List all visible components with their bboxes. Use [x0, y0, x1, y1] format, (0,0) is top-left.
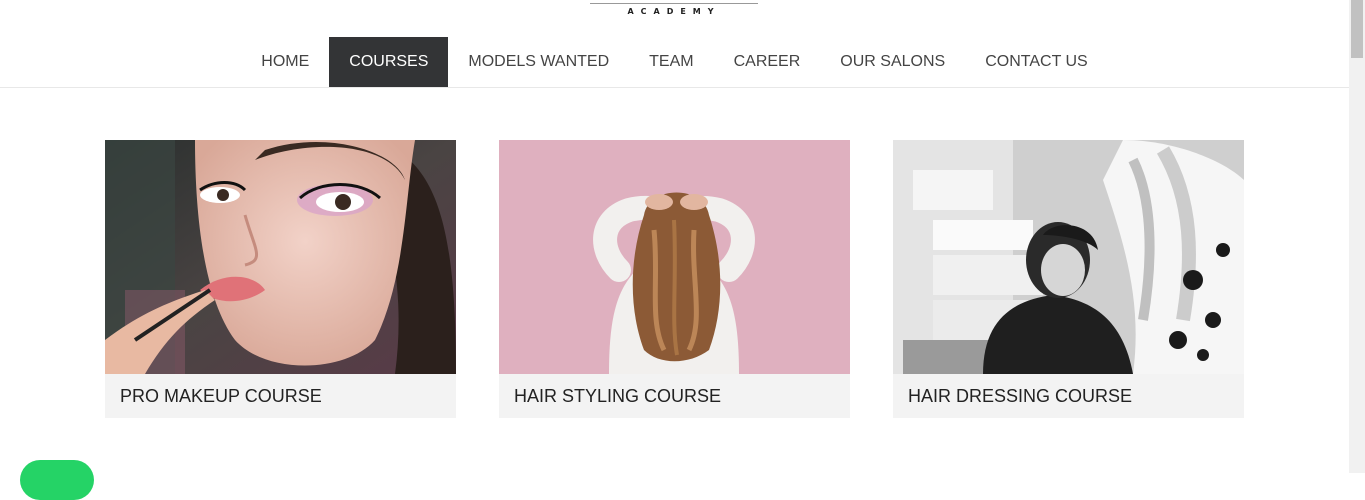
- nav-item-contact-us[interactable]: CONTACT US: [965, 37, 1108, 87]
- nav-item-models-wanted[interactable]: MODELS WANTED: [448, 37, 629, 87]
- nav-divider: [0, 87, 1349, 88]
- course-card-pro-makeup[interactable]: PRO MAKEUP COURSE: [105, 140, 456, 418]
- nav-item-team[interactable]: TEAM: [629, 37, 713, 87]
- hair-dressing-photo[interactable]: [893, 140, 1244, 374]
- logo-subtitle: ACADEMY: [627, 7, 721, 16]
- main-nav: HOME COURSES MODELS WANTED TEAM CAREER O…: [0, 37, 1349, 87]
- nav-item-career[interactable]: CAREER: [714, 37, 821, 87]
- course-card-hair-styling[interactable]: HAIR STYLING COURSE: [499, 140, 850, 418]
- course-title[interactable]: HAIR DRESSING COURSE: [893, 374, 1244, 418]
- course-title[interactable]: HAIR STYLING COURSE: [499, 374, 850, 418]
- nav-item-home[interactable]: HOME: [241, 37, 329, 87]
- course-card-hair-dressing[interactable]: HAIR DRESSING COURSE: [893, 140, 1244, 418]
- hair-styling-photo[interactable]: [499, 140, 850, 374]
- scrollbar[interactable]: [1349, 0, 1365, 473]
- logo-divider: [590, 3, 758, 4]
- makeup-photo[interactable]: [105, 140, 456, 374]
- nav-item-courses[interactable]: COURSES: [329, 37, 449, 87]
- logo[interactable]: ACADEMY: [590, 0, 758, 20]
- nav-item-our-salons[interactable]: OUR SALONS: [820, 37, 965, 87]
- scrollbar-thumb[interactable]: [1351, 0, 1363, 58]
- course-title[interactable]: PRO MAKEUP COURSE: [105, 374, 456, 418]
- chat-widget-button[interactable]: [20, 460, 94, 500]
